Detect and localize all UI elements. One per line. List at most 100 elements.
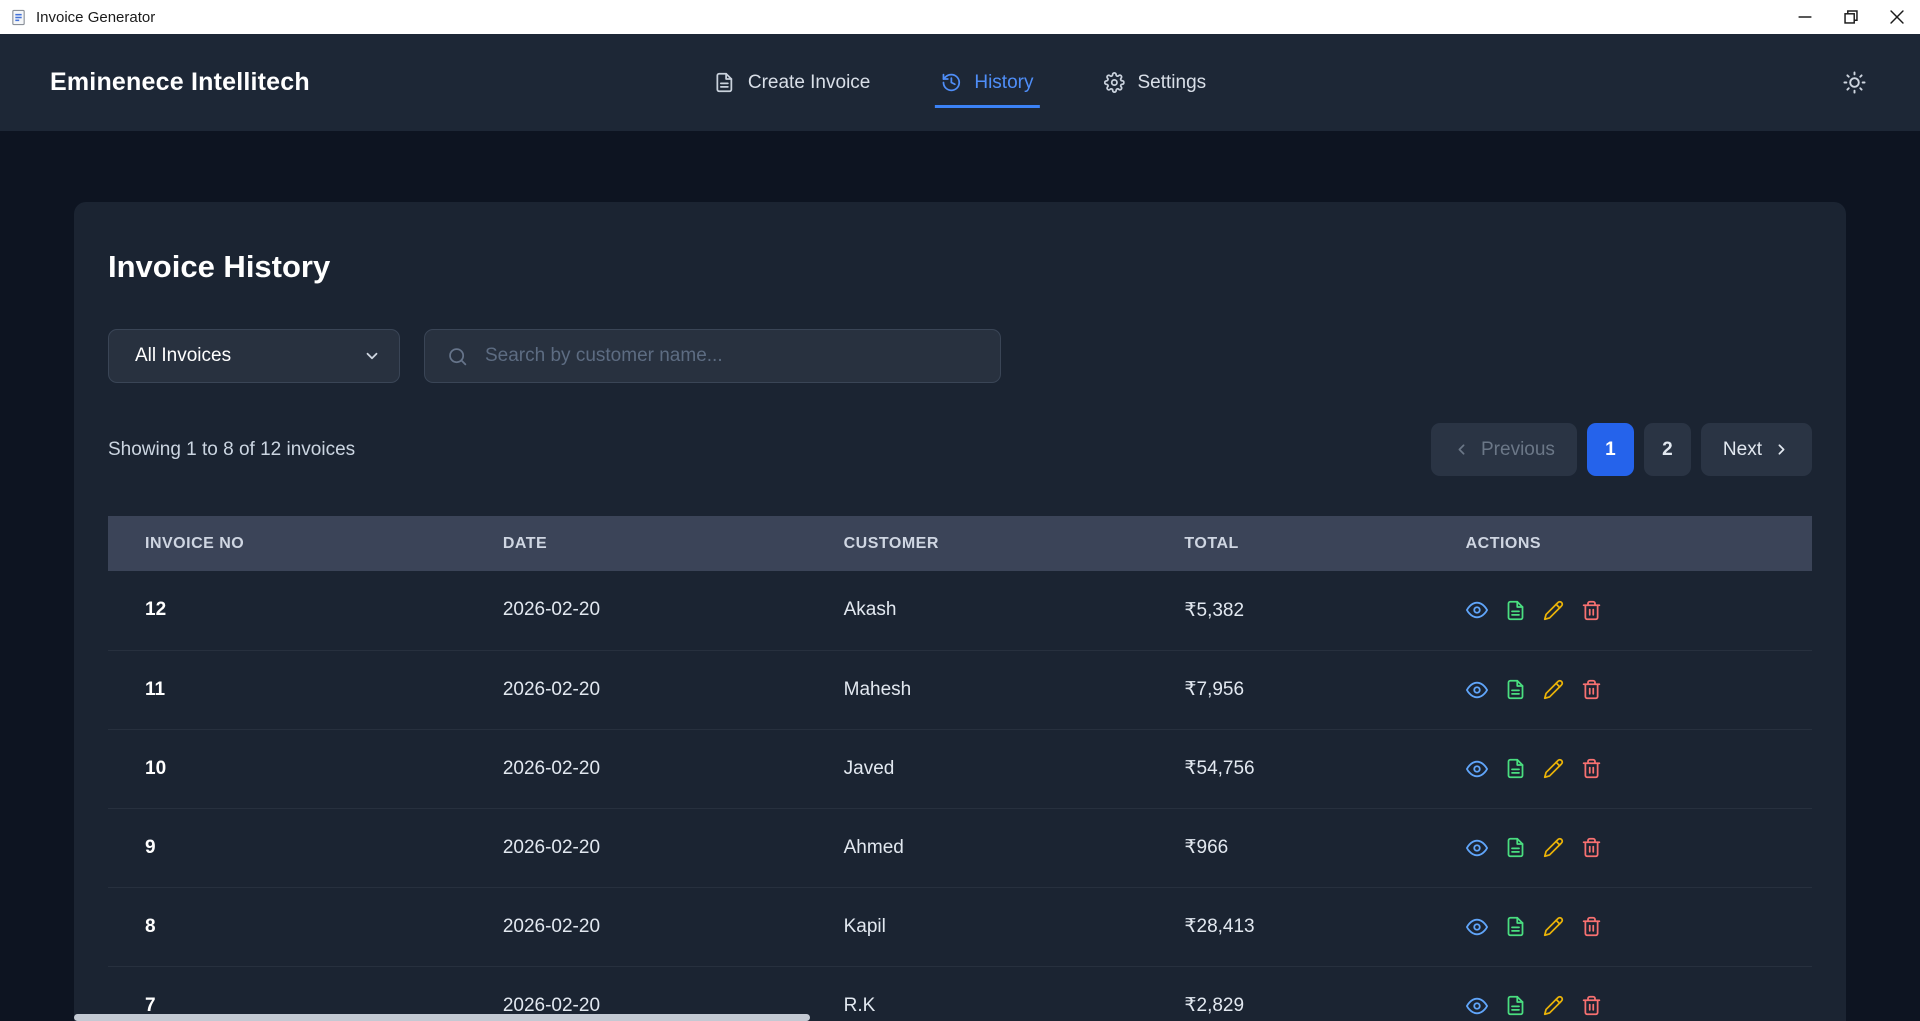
filter-row: All Invoices	[108, 329, 1812, 383]
delete-invoice-button[interactable]	[1581, 679, 1602, 700]
delete-invoice-button[interactable]	[1581, 916, 1602, 937]
edit-invoice-button[interactable]	[1543, 916, 1564, 937]
pencil-icon	[1543, 995, 1564, 1016]
file-text-icon	[1505, 600, 1526, 621]
view-invoice-button[interactable]	[1466, 599, 1488, 621]
invoice-history-card: Invoice History All Invoices Showing 1 t…	[74, 202, 1846, 1021]
cell-date: 2026-02-20	[466, 887, 807, 966]
cell-date: 2026-02-20	[466, 571, 807, 650]
trash-icon	[1581, 679, 1602, 700]
cell-date: 2026-02-20	[466, 808, 807, 887]
file-text-icon	[1505, 679, 1526, 700]
pencil-icon	[1543, 679, 1564, 700]
row-actions	[1466, 916, 1812, 938]
cell-invoice-no: 10	[108, 729, 466, 808]
app-navbar: Eminenece Intellitech Create Invoice His…	[0, 34, 1920, 131]
pencil-icon	[1543, 916, 1564, 937]
cell-customer: Javed	[807, 729, 1148, 808]
header-total: TOTAL	[1147, 516, 1428, 571]
download-pdf-button[interactable]	[1505, 600, 1526, 621]
customer-search-input[interactable]	[483, 344, 982, 368]
page-title: Invoice History	[108, 248, 1812, 285]
restore-button[interactable]	[1828, 0, 1874, 34]
main-content: Invoice History All Invoices Showing 1 t…	[0, 202, 1920, 1021]
cell-total: ₹5,382	[1147, 571, 1428, 650]
tab-history[interactable]: History	[934, 58, 1039, 108]
cell-total: ₹2,829	[1147, 966, 1428, 1021]
download-pdf-button[interactable]	[1505, 995, 1526, 1016]
cell-customer: Mahesh	[807, 650, 1148, 729]
row-actions	[1466, 837, 1812, 859]
cell-customer: R.K	[807, 966, 1148, 1021]
cell-date: 2026-02-20	[466, 729, 807, 808]
customer-search-box	[424, 329, 1001, 383]
edit-invoice-button[interactable]	[1543, 679, 1564, 700]
tab-label: Create Invoice	[748, 72, 871, 94]
header-invoice-no: INVOICE NO	[108, 516, 466, 571]
view-invoice-button[interactable]	[1466, 837, 1488, 859]
cell-date: 2026-02-20	[466, 966, 807, 1021]
invoice-table: INVOICE NO DATE CUSTOMER TOTAL ACTIONS 1…	[108, 516, 1812, 1021]
view-invoice-button[interactable]	[1466, 679, 1488, 701]
cell-invoice-no: 11	[108, 650, 466, 729]
chevron-right-icon	[1773, 441, 1790, 458]
cell-invoice-no: 12	[108, 571, 466, 650]
invoice-filter-select[interactable]: All Invoices	[108, 329, 400, 383]
cell-date: 2026-02-20	[466, 650, 807, 729]
eye-icon	[1466, 679, 1488, 701]
app-invoice-document-icon	[10, 9, 27, 26]
pencil-icon	[1543, 758, 1564, 779]
window-title: Invoice Generator	[36, 9, 155, 26]
page-button-1[interactable]: 1	[1587, 423, 1634, 476]
edit-invoice-button[interactable]	[1543, 837, 1564, 858]
horizontal-scrollbar-thumb[interactable]	[74, 1014, 810, 1021]
view-invoice-button[interactable]	[1466, 916, 1488, 938]
previous-page-button[interactable]: Previous	[1431, 423, 1577, 476]
file-text-icon	[1505, 916, 1526, 937]
nav-tabs: Create Invoice History Settings	[708, 34, 1212, 131]
file-text-icon	[1505, 758, 1526, 779]
edit-invoice-button[interactable]	[1543, 758, 1564, 779]
tab-create-invoice[interactable]: Create Invoice	[708, 58, 877, 108]
file-text-icon	[1505, 995, 1526, 1016]
invoice-table-row: 12 2026-02-20 Akash ₹5,382	[108, 571, 1812, 650]
download-pdf-button[interactable]	[1505, 837, 1526, 858]
next-page-button[interactable]: Next	[1701, 423, 1812, 476]
previous-label: Previous	[1481, 439, 1555, 461]
theme-toggle-button[interactable]	[1839, 67, 1870, 98]
cell-total: ₹7,956	[1147, 650, 1428, 729]
header-date: DATE	[466, 516, 807, 571]
delete-invoice-button[interactable]	[1581, 995, 1602, 1016]
close-button[interactable]	[1874, 0, 1920, 34]
results-summary: Showing 1 to 8 of 12 invoices	[108, 439, 355, 461]
cell-customer: Akash	[807, 571, 1148, 650]
selected-filter-value: All Invoices	[135, 345, 231, 367]
view-invoice-button[interactable]	[1466, 758, 1488, 780]
brand-title: Eminenece Intellitech	[50, 68, 310, 97]
page-button-2[interactable]: 2	[1644, 423, 1691, 476]
invoice-table-row: 10 2026-02-20 Javed ₹54,756	[108, 729, 1812, 808]
sun-icon	[1843, 71, 1866, 94]
eye-icon	[1466, 837, 1488, 859]
edit-invoice-button[interactable]	[1543, 995, 1564, 1016]
row-actions	[1466, 599, 1812, 621]
file-text-icon	[1505, 837, 1526, 858]
download-pdf-button[interactable]	[1505, 679, 1526, 700]
invoice-table-row: 9 2026-02-20 Ahmed ₹966	[108, 808, 1812, 887]
header-actions: ACTIONS	[1429, 516, 1812, 571]
cell-total: ₹54,756	[1147, 729, 1428, 808]
download-pdf-button[interactable]	[1505, 916, 1526, 937]
delete-invoice-button[interactable]	[1581, 758, 1602, 779]
trash-icon	[1581, 916, 1602, 937]
delete-invoice-button[interactable]	[1581, 837, 1602, 858]
delete-invoice-button[interactable]	[1581, 600, 1602, 621]
cell-customer: Kapil	[807, 887, 1148, 966]
invoice-table-row: 7 2026-02-20 R.K ₹2,829	[108, 966, 1812, 1021]
invoice-table-row: 8 2026-02-20 Kapil ₹28,413	[108, 887, 1812, 966]
tab-settings[interactable]: Settings	[1097, 58, 1212, 108]
cell-invoice-no: 9	[108, 808, 466, 887]
trash-icon	[1581, 995, 1602, 1016]
edit-invoice-button[interactable]	[1543, 600, 1564, 621]
minimize-button[interactable]	[1782, 0, 1828, 34]
download-pdf-button[interactable]	[1505, 758, 1526, 779]
